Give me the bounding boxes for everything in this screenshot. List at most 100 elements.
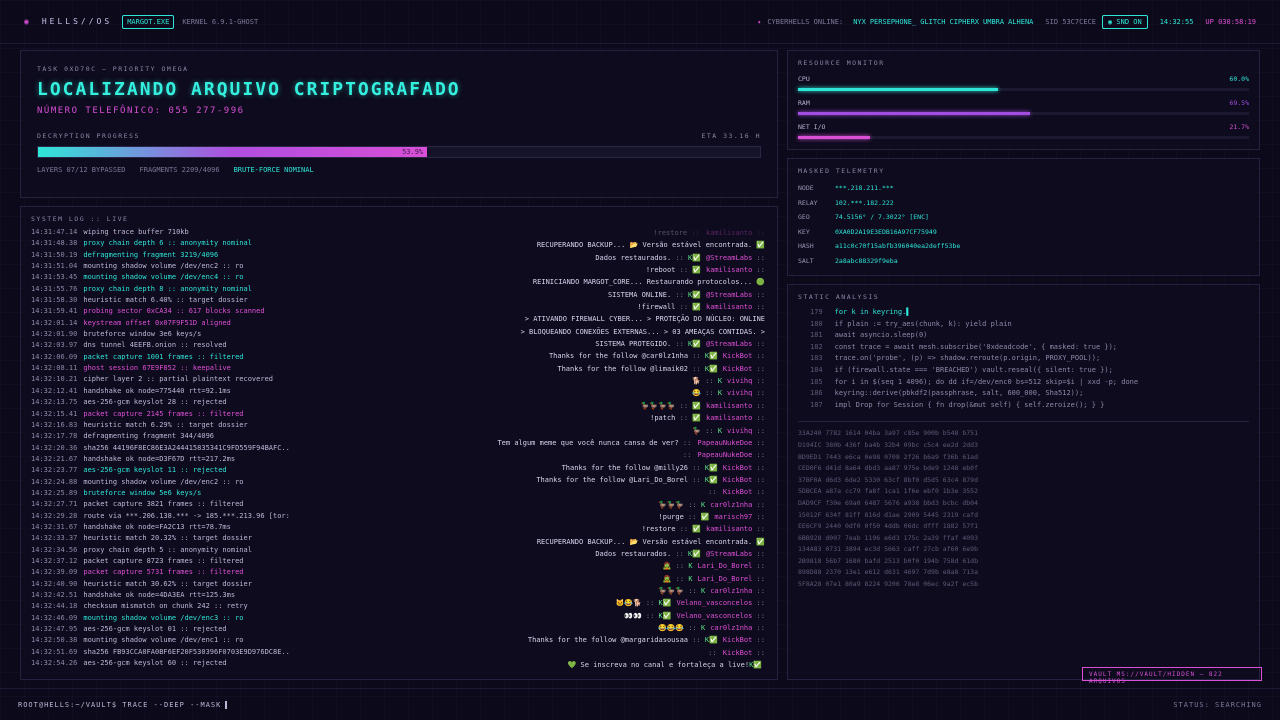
chat-username[interactable]: kamilisanto (706, 266, 752, 274)
chat-username[interactable]: @StreamLabs (706, 340, 752, 348)
log-line: 14:32:01.90 bruteforce window 3e6 keys/s (31, 329, 289, 340)
chat-separator: :: (641, 611, 659, 620)
network-icon: ✦ (757, 17, 762, 26)
log-time: 14:32:40.90 (31, 579, 78, 588)
chat-username[interactable]: KickBot (723, 636, 753, 644)
chat-username[interactable]: @StreamLabs (706, 291, 752, 299)
chat-feed[interactable]: !restore :: kamilisanto :: RECUPERANDO BA… (285, 227, 765, 673)
log-time: 14:32:16.83 (31, 420, 78, 429)
vault-badge[interactable]: VAULT MS://VAULT/HIDDEN — 822 ARQUIVOS (1082, 667, 1262, 685)
code-line: 182 const trace = await mesh.subscribe('0… (810, 342, 1249, 354)
code-text: impl Drop for Session { fn drop(&mut sel… (834, 400, 1105, 409)
hex-line: D194IC 380b 436f ba4b 32b4 09bc c5c4 ee2… (798, 440, 979, 449)
chat-text: Thanks for the follow @margaridasousaa (527, 636, 689, 645)
code-line: 187 impl Drop for Session { fn drop(&mut … (810, 400, 1249, 412)
resource-row: NET I/O 21.7% (798, 123, 1249, 139)
log-time: 14:32:42.51 (31, 591, 78, 599)
chat-username[interactable]: @StreamLabs (706, 254, 752, 262)
chat-username[interactable]: KickBot (723, 476, 753, 484)
chat-username[interactable]: Lari_Do_Borel (698, 562, 753, 570)
chat-message: Thanks for the follow @car0lz1nha :: K✅ K… (285, 350, 765, 362)
hex-line: 5DBCEA a87a cc79 fa8f 1ca1 1f6e ebf0 1b3… (798, 487, 979, 496)
log-message: defragmenting fragment 344/4096 (83, 432, 215, 441)
chat-separator: :: (675, 303, 693, 312)
telemetry-value: 102.***.182.222 (835, 198, 894, 207)
line-number: 180 (810, 319, 823, 328)
badge-icon: ✅ (700, 512, 710, 521)
chat-username[interactable]: KickBot (723, 352, 753, 360)
chat-username[interactable]: marisch97 (714, 513, 752, 521)
log-time: 14:32:25.89 (31, 488, 78, 497)
chat-separator: :: (688, 475, 705, 484)
log-time: 14:31:50.19 (31, 250, 78, 259)
chat-message: 💚 Se inscreva no canal e fortaleça a liv… (285, 659, 765, 671)
chat-username[interactable]: PapeauNukeDoe (698, 439, 753, 447)
chat-username[interactable]: kamilisanto (706, 402, 752, 410)
telemetry-value: 2a8abc88329f9eba (835, 256, 898, 265)
chat-username[interactable]: car0lz1nha (710, 501, 752, 509)
log-line: 14:32:08.11 ghost session 67E9F852 :: kee… (31, 363, 289, 374)
chat-text: 🐕 (692, 377, 701, 386)
chat-separator: :: (752, 599, 765, 608)
log-time: 14:32:37.12 (31, 556, 78, 565)
log-message: heuristic match 6.40% :: target dossier (83, 296, 248, 305)
chat-separator: :: (752, 401, 765, 410)
telemetry-key: GEO (798, 213, 810, 222)
log-message: route via ***.206.138.*** -> 185.***.213… (83, 511, 289, 520)
sound-toggle[interactable]: ◉ SND ON (1101, 14, 1148, 29)
chat-message: 🧟 :: K Lari_Do_Borel :: (285, 573, 765, 585)
chat-username[interactable]: vivihq (727, 427, 752, 435)
chat-username[interactable]: kamilisanto (706, 229, 752, 237)
chat-message: REINICIANDO MARGOT_CORE... Restaurando p… (285, 276, 765, 288)
chat-username[interactable]: vivihq (727, 377, 752, 385)
chat-text: 😂 (692, 389, 701, 398)
chat-username[interactable]: KickBot (723, 365, 753, 373)
hex-line: EE6CF9 2440 0df0 0f50 4ddb 06dc dfff 188… (798, 522, 979, 531)
chat-text: 🦆🦆🦆 (657, 586, 685, 595)
chat-username[interactable]: KickBot (723, 488, 753, 496)
line-number: 182 (810, 342, 823, 351)
chat-username[interactable]: vivihq (727, 389, 752, 397)
chat-text: 👀👀 (624, 611, 642, 620)
log-time: 14:32:39.09 (31, 568, 78, 577)
chat-separator: :: (752, 574, 765, 583)
chat-username[interactable]: @StreamLabs (706, 550, 752, 558)
chat-message: Thanks for the follow @Lari_Do_Borel :: … (285, 474, 765, 486)
chat-separator: :: (708, 488, 721, 497)
badge-icon: K✅ (688, 290, 701, 299)
log-line: 14:32:34.56 proxy chain depth 5 :: anonym… (31, 545, 289, 556)
command-prompt[interactable]: ROOT@HELLS:~/VAULT$ TRACE --DEEP --MASK (18, 700, 228, 709)
chat-username[interactable]: kamilisanto (706, 525, 752, 533)
chat-separator: :: (752, 303, 765, 312)
chat-message: SISTEMA ONLINE. :: K✅ @StreamLabs :: (285, 289, 765, 301)
badge-icon: K (700, 500, 706, 509)
process-chip[interactable]: MARGOT.EXE (122, 14, 175, 29)
chat-username[interactable]: kamilisanto (706, 414, 752, 422)
chat-username[interactable]: kamilisanto (706, 303, 752, 311)
chat-username[interactable]: car0lz1nha (710, 624, 752, 632)
resource-value: 21.7% (1229, 123, 1249, 131)
log-line: 14:32:50.38 mounting shadow volume /dev/e… (31, 635, 289, 646)
chat-text: !firewall (637, 303, 676, 312)
log-lines[interactable]: 14:31:47.14 wiping trace buffer 710kb 14:3… (31, 227, 289, 673)
log-message: defragmenting fragment 3219/4096 (83, 250, 219, 259)
chat-separator: :: (688, 364, 705, 373)
chat-username[interactable]: Velano_vasconcelos (676, 612, 752, 620)
chat-username[interactable]: KickBot (723, 649, 753, 657)
static-analysis-panel: STATIC ANALYSIS 179 for k in keyring.▌ 180… (787, 284, 1260, 680)
log-message: bruteforce window 5e6 keys/s (83, 488, 202, 497)
telemetry-row: SALT 2a8abc88329f9eba (798, 254, 1249, 269)
chat-separator: :: (684, 586, 701, 595)
chat-separator: :: (752, 377, 765, 386)
chat-username[interactable]: car0lz1nha (710, 587, 752, 595)
log-message: proxy chain depth 6 :: anonymity nominal (83, 239, 252, 248)
chat-username[interactable]: Lari_Do_Borel (698, 575, 753, 583)
chat-username[interactable]: PapeauNukeDoe (698, 451, 753, 459)
chat-message: > ATIVANDO FIREWALL CYBER... > PROTEÇÃO … (285, 313, 765, 325)
task-title: LOCALIZANDO ARQUIVO CRIPTOGRAFADO (37, 79, 461, 100)
chat-message: 🦆 :: Kvivihq :: (285, 425, 765, 437)
chat-username[interactable]: KickBot (723, 464, 753, 472)
chat-username[interactable]: Velano_vasconcelos (676, 599, 752, 607)
progress-text: 53.9% (402, 148, 424, 156)
log-line: 14:32:37.12 packet capture 8723 frames ::… (31, 556, 289, 567)
